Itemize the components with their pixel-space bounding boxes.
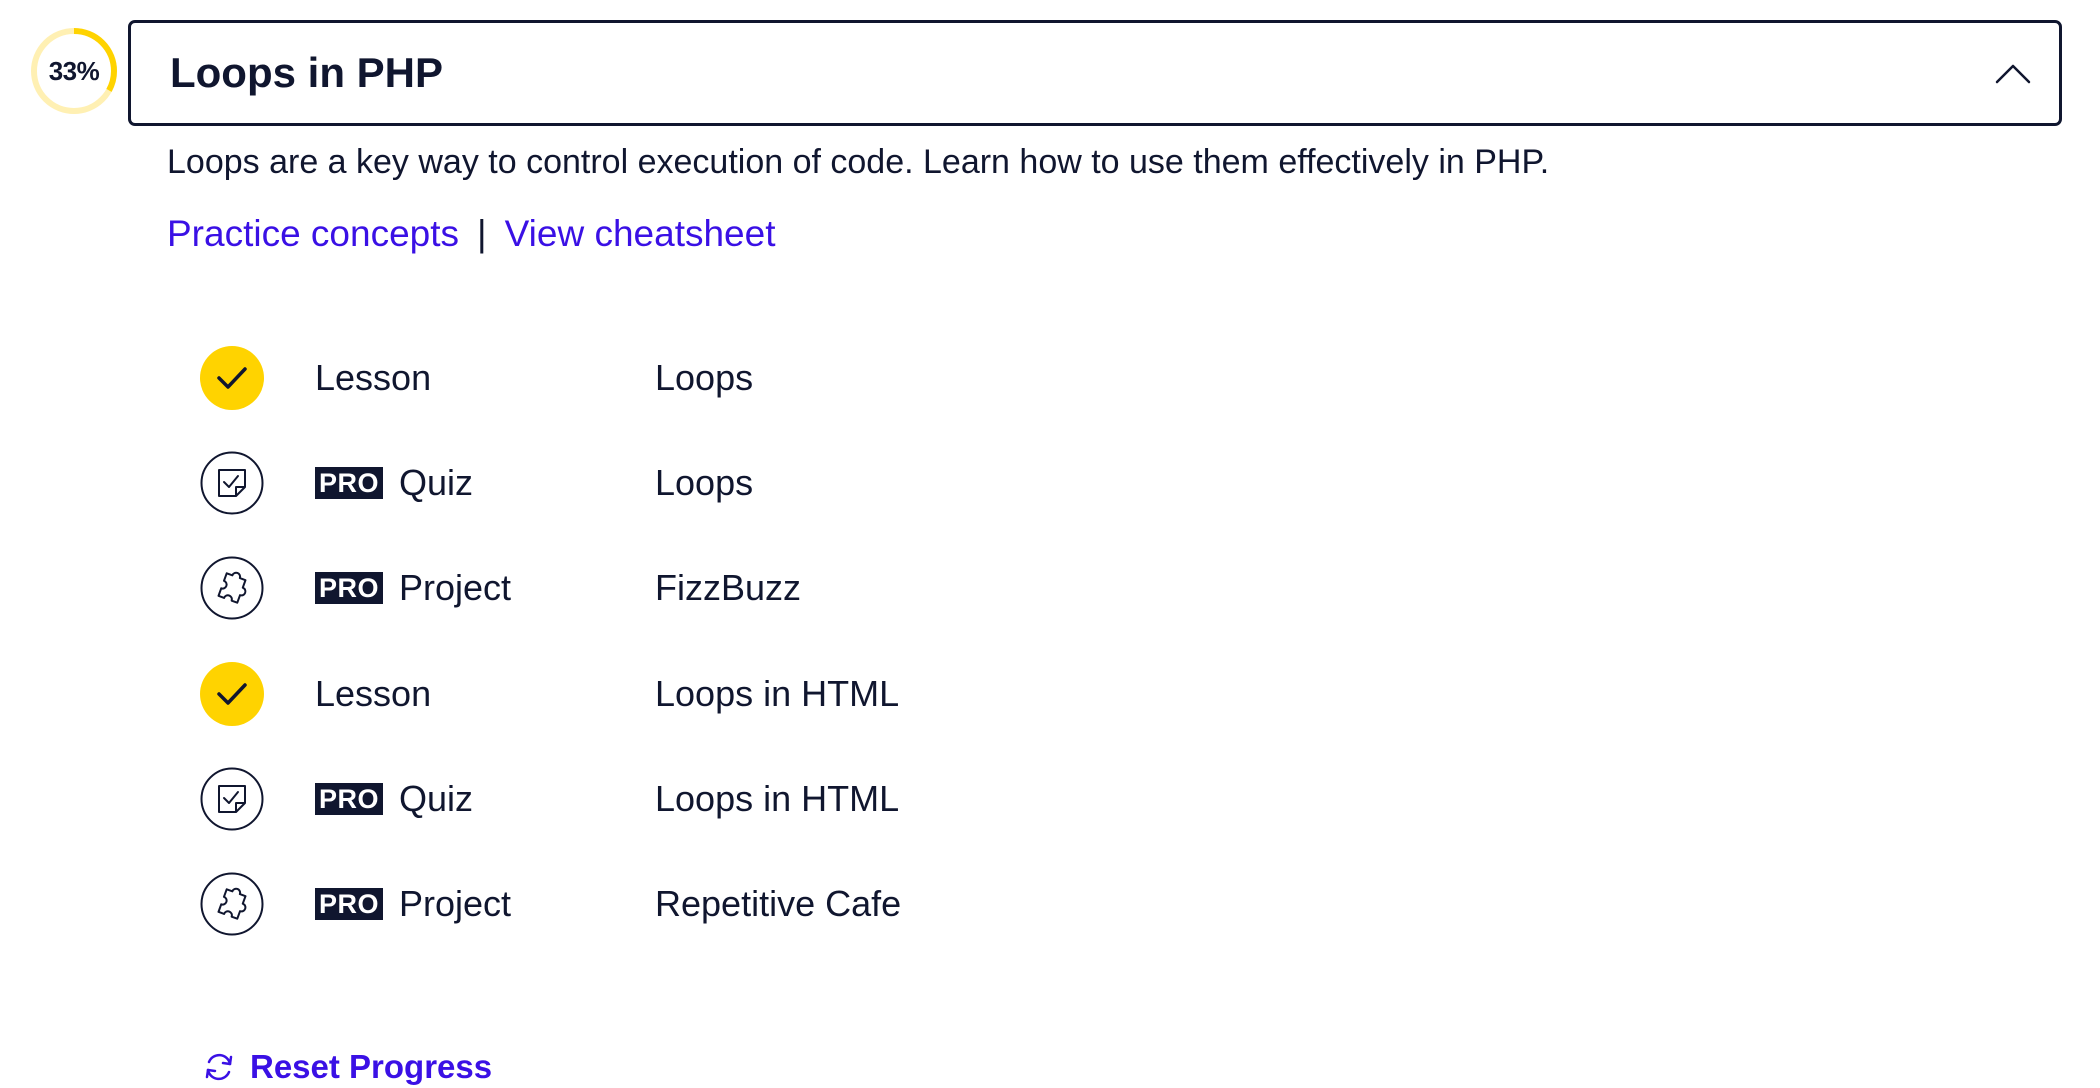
item-title[interactable]: Loops	[655, 342, 753, 414]
item-title[interactable]: Loops	[655, 447, 753, 519]
item-kind-label: Project	[399, 883, 512, 924]
item-kind-label: Lesson	[315, 673, 432, 714]
module-progress-ring: 33%	[28, 25, 120, 117]
reset-progress-label: Reset Progress	[250, 1048, 493, 1085]
item-kind-label: Project	[399, 567, 512, 608]
pro-badge: PRO	[315, 888, 384, 920]
item-type: PRO Project	[315, 552, 511, 624]
pro-badge: PRO	[315, 467, 384, 499]
module-accordion-header[interactable]: Loops in PHP	[128, 20, 2062, 126]
pro-badge: PRO	[315, 783, 384, 815]
item-title[interactable]: Repetitive Cafe	[655, 868, 901, 940]
puzzle-piece-icon	[200, 556, 264, 620]
reset-icon	[205, 1053, 233, 1081]
quiz-icon	[200, 451, 264, 515]
check-icon	[200, 662, 264, 726]
practice-concepts-link[interactable]: Practice concepts	[167, 213, 459, 255]
item-type: Lesson	[315, 342, 431, 414]
item-type: PRO Quiz	[315, 447, 473, 519]
item-kind-label: Quiz	[399, 462, 474, 503]
item-kind-label: Lesson	[315, 357, 432, 398]
module-links: Practice concepts | View cheatsheet	[167, 213, 776, 255]
list-item[interactable]: PRO Project FizzBuzz	[200, 552, 1200, 624]
item-type: PRO Project	[315, 868, 511, 940]
check-icon	[200, 346, 264, 410]
chevron-up-icon[interactable]	[1993, 56, 2033, 90]
view-cheatsheet-link[interactable]: View cheatsheet	[505, 213, 776, 255]
quiz-icon	[200, 767, 264, 831]
item-title[interactable]: FizzBuzz	[655, 552, 801, 624]
module-description: Loops are a key way to control execution…	[167, 143, 1550, 181]
list-item[interactable]: PRO Quiz Loops	[200, 447, 1200, 519]
item-title[interactable]: Loops in HTML	[655, 763, 899, 835]
link-separator: |	[477, 213, 487, 254]
list-item[interactable]: Lesson Loops in HTML	[200, 658, 1200, 730]
reset-progress-button[interactable]: Reset Progress	[202, 1048, 492, 1086]
item-type: Lesson	[315, 658, 431, 730]
item-type: PRO Quiz	[315, 763, 473, 835]
pro-badge: PRO	[315, 572, 384, 604]
item-kind-label: Quiz	[399, 778, 474, 819]
progress-percent: 33%	[48, 55, 100, 86]
list-item[interactable]: Lesson Loops	[200, 342, 1200, 414]
puzzle-piece-icon	[200, 872, 264, 936]
module-title: Loops in PHP	[170, 49, 443, 96]
list-item[interactable]: PRO Quiz Loops in HTML	[200, 763, 1200, 835]
list-item[interactable]: PRO Project Repetitive Cafe	[200, 868, 1200, 940]
item-title[interactable]: Loops in HTML	[655, 658, 899, 730]
